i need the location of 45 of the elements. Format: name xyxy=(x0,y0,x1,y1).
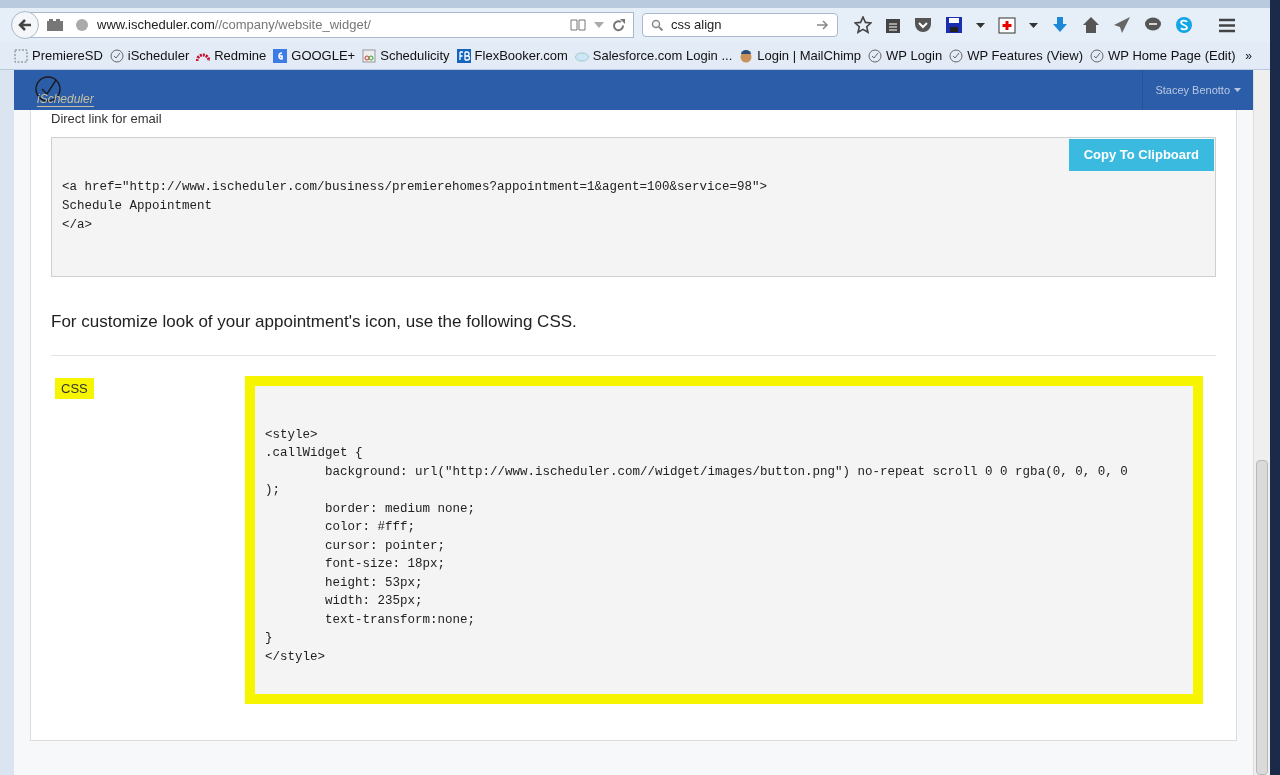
star-icon[interactable] xyxy=(854,16,872,34)
bookmark-link[interactable]: GOOGLE+ xyxy=(273,45,356,66)
bookmark-link[interactable]: Schedulicity xyxy=(362,45,450,66)
bookmark-link[interactable]: WP Home Page (Edit) xyxy=(1090,45,1236,66)
bookmark-link[interactable]: FlexBooker.com xyxy=(456,45,568,66)
bookmark-link[interactable]: iScheduler xyxy=(109,45,190,66)
clock-icon xyxy=(1090,48,1105,63)
bookmark-link[interactable]: PremiereSD xyxy=(14,45,103,66)
back-icon xyxy=(18,18,32,32)
skype-icon[interactable] xyxy=(1175,16,1193,34)
reader-icon[interactable] xyxy=(570,19,586,31)
save-icon[interactable] xyxy=(945,16,963,34)
folder-icon xyxy=(14,48,28,63)
clock-icon xyxy=(109,48,124,63)
css-label: CSS xyxy=(55,377,94,399)
clock-icon xyxy=(868,48,883,63)
menu-icon[interactable] xyxy=(1218,17,1236,33)
dropdown-icon[interactable] xyxy=(1029,22,1038,28)
search-field[interactable]: css align xyxy=(642,13,838,37)
bookmark-link[interactable]: Login | MailChimp xyxy=(739,45,862,66)
section-label: Direct link for email xyxy=(51,110,163,127)
search-icon xyxy=(651,19,663,31)
rings-icon xyxy=(362,48,377,63)
bookmark-link[interactable]: Redmine xyxy=(196,45,267,66)
pocket-icon[interactable] xyxy=(914,17,932,33)
download-icon[interactable] xyxy=(1051,16,1069,34)
caret-icon xyxy=(1234,88,1241,92)
dropdown-icon[interactable] xyxy=(976,22,985,28)
clipboard-icon[interactable] xyxy=(885,16,901,34)
fb-icon xyxy=(456,48,471,63)
g-icon xyxy=(273,48,288,63)
send-icon[interactable] xyxy=(1113,16,1131,34)
clock-icon xyxy=(949,48,964,63)
first-aid-icon[interactable] xyxy=(998,16,1016,34)
code-text: <style> .callWidget { background: url("http://www.ischeduler.com//widget/images/button.png") no-repeat scroll 0 0 rgba(0, 0, 0, 0 ); border: medium none; color: #fff; cursor: pointer; font-size: 18px; height: 53px; width: 235px; text-transform:none; } </style> xyxy=(265,426,1129,666)
reload-icon[interactable] xyxy=(612,18,625,32)
section-heading: For customize look of your appointment's icon, use the following CSS. xyxy=(51,311,578,333)
bookmark-link[interactable]: WP Features (View) xyxy=(949,45,1084,66)
bookmark-link[interactable]: WP Login xyxy=(868,45,943,66)
home-icon[interactable] xyxy=(1082,16,1100,34)
bookmark-link[interactable]: Salesforce.com Login ... xyxy=(574,45,733,66)
logo: iScheduler xyxy=(34,73,94,107)
code-text: <a href="http://www.ischeduler.com/business/premierehomes?appointment=1&agent=100&service=98"> Schedule Appointment </a> xyxy=(62,179,769,234)
back-button[interactable] xyxy=(11,11,39,39)
arrow-icon[interactable] xyxy=(817,20,829,30)
